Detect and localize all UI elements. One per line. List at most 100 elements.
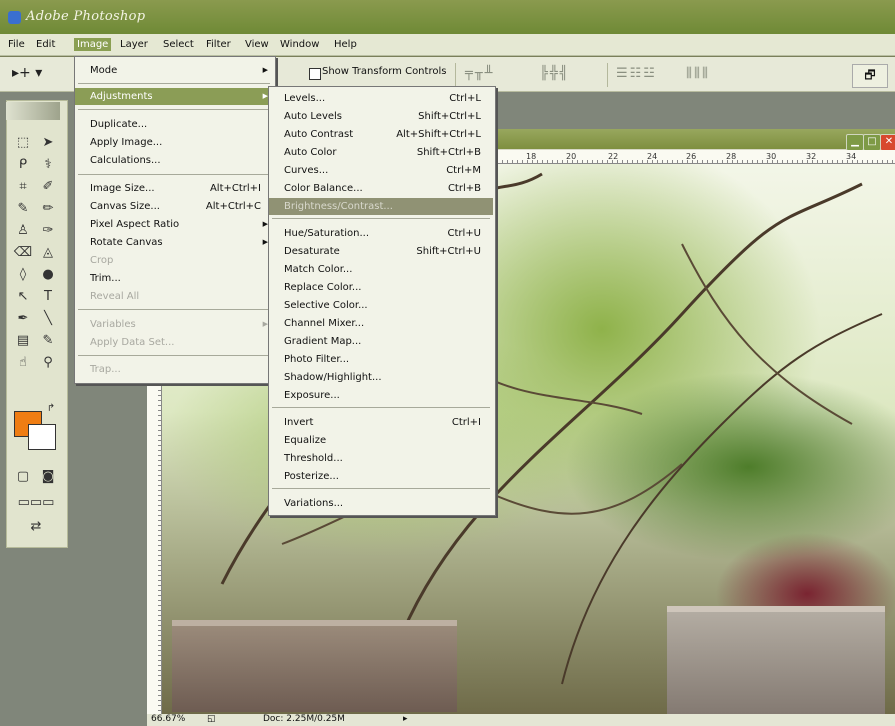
menu-item-desaturate[interactable]: Desaturate Shift+Ctrl+U — [269, 243, 493, 260]
type-tool-icon[interactable]: T — [37, 288, 59, 306]
path-selection-tool-icon[interactable]: ↖ — [12, 288, 34, 306]
slice-tool-icon[interactable]: ✐ — [37, 178, 59, 196]
eraser-tool-icon[interactable]: ⌫ — [12, 244, 34, 262]
menu-item-rotate-canvas[interactable]: Rotate Canvas ▶ — [75, 234, 273, 251]
move-tool-icon[interactable]: ➤ — [37, 134, 59, 152]
menu-item-auto-levels[interactable]: Auto Levels Shift+Ctrl+L — [269, 108, 493, 125]
maximize-icon[interactable]: □ — [863, 134, 881, 151]
zoom-level[interactable]: 66.67% — [151, 714, 185, 724]
menu-item-crop[interactable]: Crop — [75, 252, 273, 269]
magic-wand-tool-icon[interactable]: ⚕ — [37, 156, 59, 174]
clone-stamp-tool-icon[interactable]: ♙ — [12, 222, 34, 240]
ruler-label: 22 — [608, 152, 619, 161]
align-icons[interactable]: ╤╥╨ — [465, 66, 494, 81]
paint-bucket-tool-icon[interactable]: ◬ — [37, 244, 59, 262]
document-size: Doc: 2.25M/0.25M — [263, 714, 345, 724]
background-color-swatch[interactable] — [28, 424, 56, 450]
options-divider — [607, 63, 608, 87]
app-title: Adobe Photoshop — [26, 9, 146, 24]
menu-item-shadow-highlight[interactable]: Shadow/Highlight... — [269, 369, 493, 386]
menu-separator — [272, 407, 490, 408]
menu-image[interactable]: Image — [74, 38, 112, 51]
crop-tool-icon[interactable]: ⌗ — [12, 178, 34, 196]
menu-item-threshold[interactable]: Threshold... — [269, 450, 493, 467]
menu-file[interactable]: File — [5, 38, 28, 51]
menu-item-reveal-all[interactable]: Reveal All — [75, 288, 273, 305]
jump-to-imageready-icon[interactable]: ⇄ — [12, 518, 60, 536]
minimize-icon[interactable]: ▁ — [846, 134, 864, 151]
menu-item-channel-mixer[interactable]: Channel Mixer... — [269, 315, 493, 332]
notes-tool-icon[interactable]: ▤ — [12, 332, 34, 350]
move-tool-preset-icon[interactable]: ▸+ ▾ — [12, 65, 42, 81]
swap-colors-icon[interactable]: ↱ — [40, 400, 62, 418]
align-edges-icons[interactable]: ╠╬╣ — [540, 66, 569, 81]
distribute-horizontal-icons[interactable]: ⫼⫼⫼ — [686, 66, 710, 81]
distribute-icons[interactable]: ☰☷☳ — [616, 66, 657, 81]
menu-item-mode[interactable]: Mode ▶ — [75, 62, 273, 79]
marquee-tool-icon[interactable]: ⬚ — [12, 134, 34, 152]
menu-item-brightness-contrast[interactable]: Brightness/Contrast... — [269, 198, 493, 215]
menu-item-posterize[interactable]: Posterize... — [269, 468, 493, 485]
menu-item-curves[interactable]: Curves... Ctrl+M — [269, 162, 493, 179]
menu-item-selective-color[interactable]: Selective Color... — [269, 297, 493, 314]
quick-mask-mode-icon[interactable]: ◙ — [37, 468, 59, 486]
menu-item-calculations[interactable]: Calculations... — [75, 152, 273, 169]
lasso-tool-icon[interactable]: ᑭ — [12, 156, 34, 174]
menu-item-invert[interactable]: Invert Ctrl+I — [269, 414, 493, 431]
close-icon[interactable]: ✕ — [880, 134, 895, 151]
menu-item-photo-filter[interactable]: Photo Filter... — [269, 351, 493, 368]
show-transform-controls-checkbox[interactable] — [309, 68, 321, 80]
menu-item-image-size[interactable]: Image Size... Alt+Ctrl+I — [75, 180, 273, 197]
menu-item-replace-color[interactable]: Replace Color... — [269, 279, 493, 296]
hand-tool-icon[interactable]: ☝ — [12, 354, 34, 372]
menu-item-canvas-size[interactable]: Canvas Size... Alt+Ctrl+C — [75, 198, 273, 215]
menu-separator — [78, 109, 270, 110]
menu-separator — [272, 218, 490, 219]
menu-item-trim[interactable]: Trim... — [75, 270, 273, 287]
menu-select[interactable]: Select — [160, 38, 197, 51]
menu-item-equalize[interactable]: Equalize — [269, 432, 493, 449]
brush-tool-icon[interactable]: ✏ — [37, 200, 59, 218]
menu-item-match-color[interactable]: Match Color... — [269, 261, 493, 278]
screen-mode-icons[interactable]: ▭▭▭ — [12, 494, 60, 512]
history-brush-tool-icon[interactable]: ✑ — [37, 222, 59, 240]
blur-tool-icon[interactable]: ◊ — [12, 266, 34, 284]
menu-item-duplicate[interactable]: Duplicate... — [75, 116, 273, 133]
line-tool-icon[interactable]: ╲ — [37, 310, 59, 328]
menu-item-variations[interactable]: Variations... — [269, 495, 493, 512]
eyedropper-tool-icon[interactable]: ✎ — [37, 332, 59, 350]
standard-mode-icon[interactable]: ▢ — [12, 468, 34, 486]
menu-item-adjustments[interactable]: Adjustments ▶ — [75, 88, 273, 105]
menu-item-levels[interactable]: Levels... Ctrl+L — [269, 90, 493, 107]
photoshop-app-icon — [8, 11, 21, 24]
menu-item-hue-saturation[interactable]: Hue/Saturation... Ctrl+U — [269, 225, 493, 242]
menu-item-pixel-aspect-ratio[interactable]: Pixel Aspect Ratio ▶ — [75, 216, 273, 233]
zoom-tool-icon[interactable]: ⚲ — [37, 354, 59, 372]
menu-item-trap[interactable]: Trap... — [75, 361, 273, 378]
status-menu-arrow-icon[interactable]: ▸ — [403, 714, 408, 724]
menu-help[interactable]: Help — [331, 38, 360, 51]
palette-well-icon[interactable]: 🗗 — [852, 64, 888, 88]
menu-item-color-balance[interactable]: Color Balance... Ctrl+B — [269, 180, 493, 197]
status-icon[interactable]: ◱ — [207, 714, 216, 724]
right-planter — [667, 606, 885, 714]
ruler-label: 30 — [766, 152, 777, 161]
menu-item-auto-contrast[interactable]: Auto Contrast Alt+Shift+Ctrl+L — [269, 126, 493, 143]
menu-item-apply-image[interactable]: Apply Image... — [75, 134, 273, 151]
menu-filter[interactable]: Filter — [203, 38, 234, 51]
title-bar: Adobe Photoshop — [0, 0, 895, 34]
menu-edit[interactable]: Edit — [33, 38, 58, 51]
menu-view[interactable]: View — [242, 38, 272, 51]
ruler-label: 32 — [806, 152, 817, 161]
menu-item-variables[interactable]: Variables ▶ — [75, 316, 273, 333]
pen-tool-icon[interactable]: ✒ — [12, 310, 34, 328]
menu-window[interactable]: Window — [277, 38, 322, 51]
menu-item-exposure[interactable]: Exposure... — [269, 387, 493, 404]
image-menu: Mode ▶ Adjustments ▶ Duplicate... Apply Im… — [74, 56, 276, 384]
menu-item-apply-data-set[interactable]: Apply Data Set... — [75, 334, 273, 351]
dodge-tool-icon[interactable]: ● — [37, 266, 59, 284]
menu-item-auto-color[interactable]: Auto Color Shift+Ctrl+B — [269, 144, 493, 161]
menu-layer[interactable]: Layer — [117, 38, 151, 51]
menu-item-gradient-map[interactable]: Gradient Map... — [269, 333, 493, 350]
healing-brush-tool-icon[interactable]: ✎ — [12, 200, 34, 218]
